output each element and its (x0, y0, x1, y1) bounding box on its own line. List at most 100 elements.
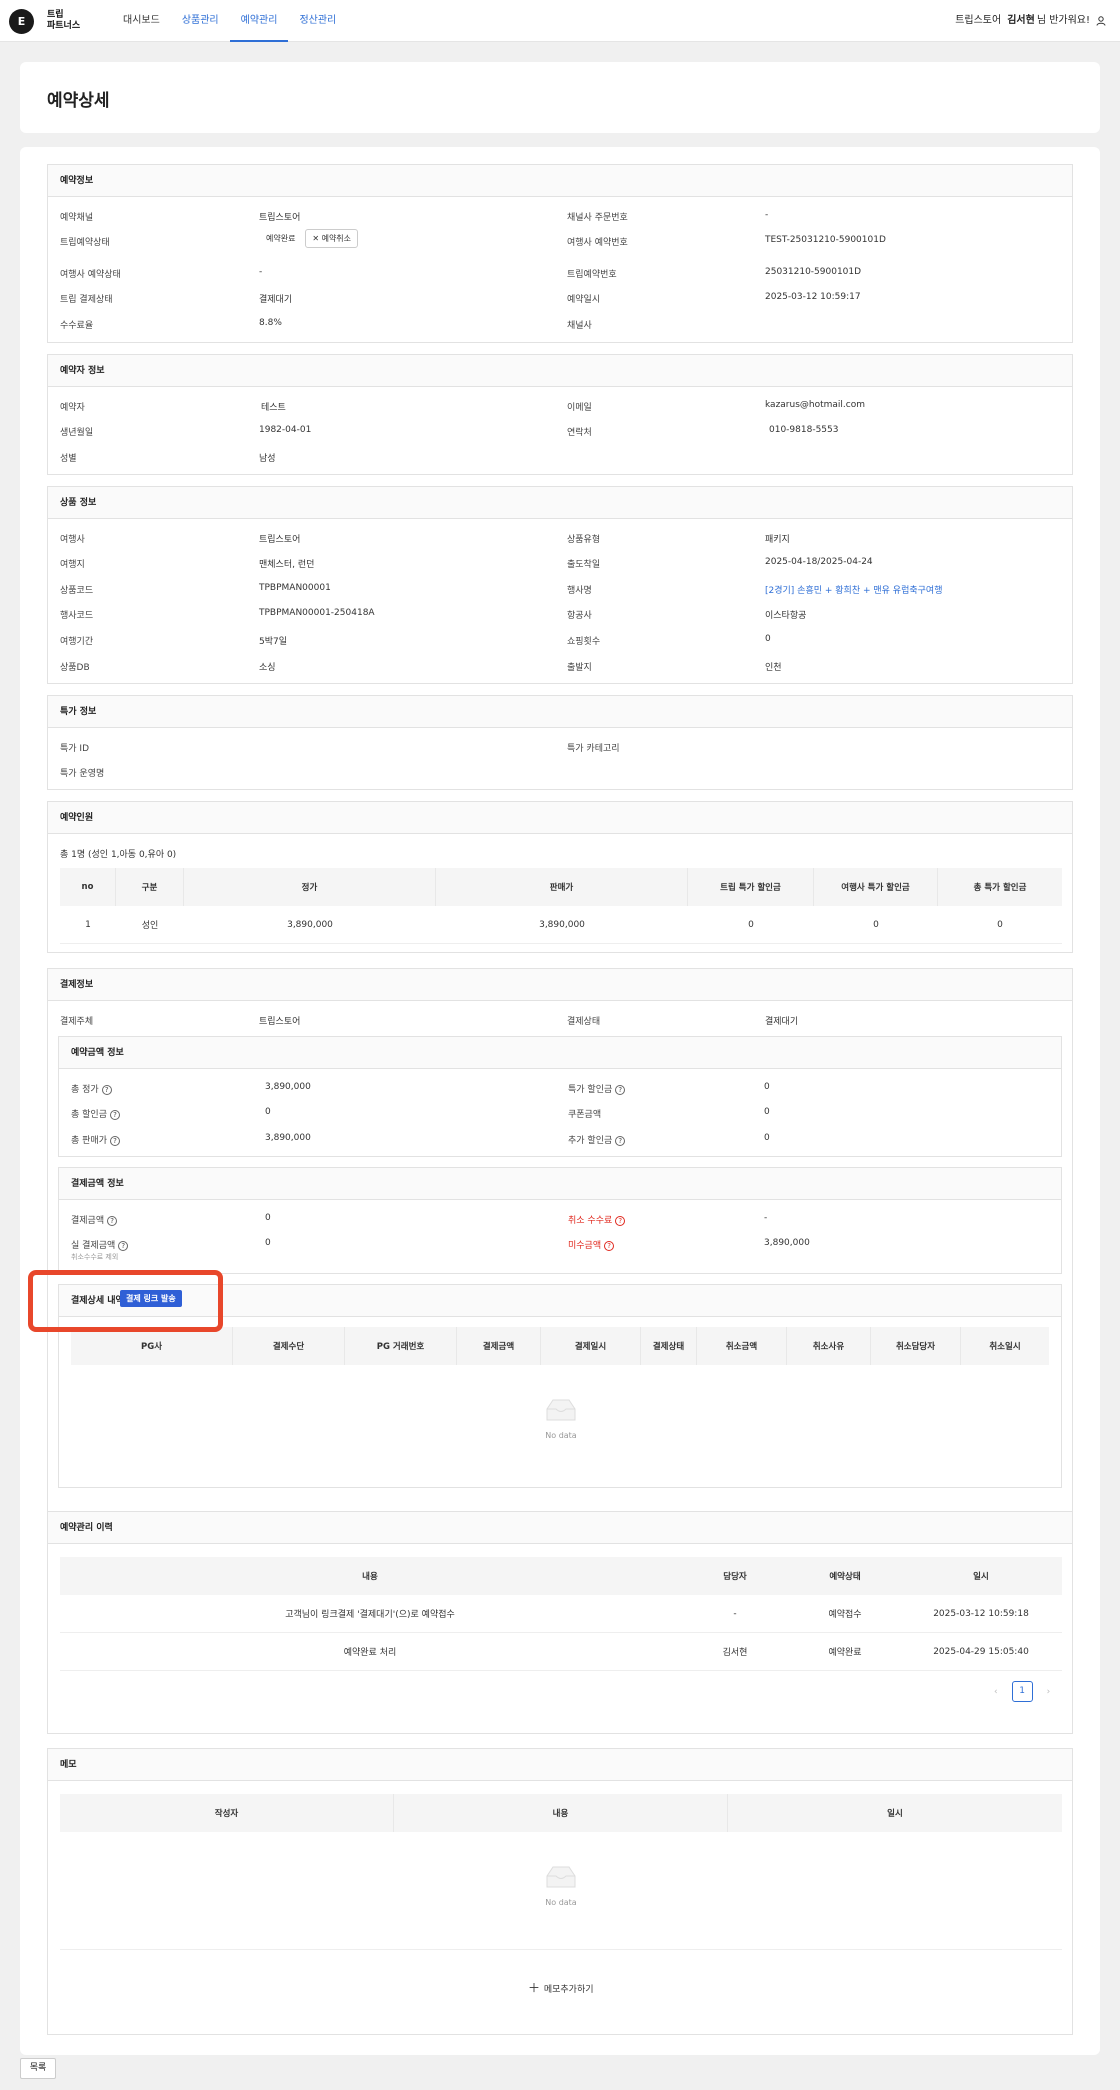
channel-value: 트립스토어 (259, 213, 301, 223)
pagination: ‹ 1 › (994, 1681, 1050, 1702)
actual-value: 0 (265, 1238, 271, 1248)
nav-products[interactable]: 상품관리 (171, 0, 230, 42)
label: 특가 ID (60, 744, 90, 754)
help-icon[interactable]: ? (101, 1084, 112, 1095)
table-row: 예약완료 처리 김서현 예약완료 2025-04-29 15:05:40 (60, 1633, 1062, 1671)
label: 쿠폰금액 (568, 1110, 602, 1120)
total-disc-value: 0 (265, 1107, 271, 1117)
col-header: 총 특가 할인금 (973, 883, 1027, 893)
col-header: 결제수단 (233, 1327, 345, 1365)
label: 쇼핑횟수 (567, 637, 601, 647)
nav-reservations[interactable]: 예약관리 (229, 0, 289, 42)
col-header: 내용 (362, 1572, 378, 1582)
section-title: 결제정보 (48, 969, 1072, 1001)
origin-value: 인천 (765, 663, 782, 673)
label: 특가 운영명 (60, 769, 105, 779)
product-info-section: 상품 정보 여행사 트립스토어 상품유형 패키지 여행지 맨체스터, 런던 출도… (47, 486, 1073, 684)
help-icon[interactable]: ? (604, 1240, 615, 1251)
event-code-value: TPBPMAN00001-250418A (259, 608, 375, 618)
col-header: 작성자 (60, 1794, 394, 1832)
label: 예약일시 (567, 295, 601, 305)
label: 총 판매가? (71, 1133, 120, 1146)
section-title: 예약인원 (48, 802, 1072, 834)
history-table-header: 내용 담당자 예약상태 일시 (60, 1557, 1062, 1595)
label: 예약채널 (60, 213, 94, 223)
user-store: 트립스토어 (955, 15, 1002, 26)
user-icon[interactable] (1096, 16, 1106, 26)
add-memo-button[interactable]: ＋ 메모추가하기 (528, 1979, 594, 1996)
help-icon[interactable]: ? (118, 1240, 129, 1251)
cell: 0 (748, 919, 754, 930)
label: 결제금액? (71, 1213, 118, 1226)
list-price-value: 3,890,000 (265, 1082, 311, 1092)
cell: 3,890,000 (287, 919, 333, 930)
phone-value: 010-9818-5553 (769, 425, 839, 435)
top-bar: E 트립 파트너스 대시보드 상품관리 예약관리 정산관리 트립스토어 김서현 … (0, 0, 1120, 42)
col-header: 결제금액 (457, 1327, 541, 1365)
label: 연락처 (567, 428, 592, 438)
col-header: no (60, 868, 116, 906)
cancel-reservation-button[interactable]: ✕ 예약취소 (305, 229, 359, 248)
col-header: 구분 (116, 868, 184, 906)
help-icon[interactable]: ? (615, 1135, 626, 1146)
help-icon[interactable]: ? (615, 1084, 626, 1095)
table-row: 1 성인 3,890,000 3,890,000 0 0 0 (60, 906, 1062, 944)
close-icon: ✕ (312, 234, 322, 243)
help-icon[interactable]: ? (109, 1109, 120, 1120)
cancel-label: 예약취소 (321, 234, 352, 243)
special-disc-value: 0 (764, 1082, 770, 1092)
email-value: kazarus@hotmail.com (765, 400, 866, 410)
next-page-button[interactable]: › (1047, 1687, 1051, 1697)
col-header: 취소일시 (989, 1342, 1021, 1352)
label: 실 결제금액? (71, 1238, 129, 1251)
agency-res-no-value: TEST-25031210-5900101D (765, 235, 886, 245)
help-icon[interactable]: ? (615, 1215, 626, 1226)
section-title: 예약관리 이력 (48, 1512, 1072, 1544)
cell: - (733, 1608, 737, 1619)
amount-info-subsection: 예약금액 정보 총 정가? 3,890,000 특가 할인금? 0 총 할인금?… (58, 1036, 1062, 1157)
back-to-list-button[interactable]: 목록 (20, 2058, 56, 2079)
reservation-info-section: 예약정보 예약채널 트립스토어 채널사 주문번호 - 트립예약상태 예약완료 ✕… (47, 164, 1073, 343)
page-header: 예약상세 (20, 62, 1100, 133)
coupon-value: 0 (764, 1107, 770, 1117)
empty-inbox-icon (546, 1866, 576, 1888)
label: 트립예약번호 (567, 270, 617, 280)
label: 채널사 주문번호 (567, 213, 628, 223)
dest-value: 맨체스터, 런던 (259, 560, 315, 570)
col-header: 일시 (973, 1572, 989, 1582)
trip-status-area: 예약완료 ✕ 예약취소 (259, 229, 359, 248)
section-title: 예약자 정보 (48, 355, 1072, 387)
people-table-header: no 구분 정가 판매가 트립 특가 할인금 여행사 특가 할인금 총 특가 할… (60, 868, 1062, 906)
brand-logo[interactable]: E (9, 9, 34, 34)
page-title: 예약상세 (47, 91, 110, 111)
pay-status-value: 결제대기 (259, 295, 293, 305)
payment-status-value: 결제대기 (765, 1017, 799, 1027)
col-header: 일시 (887, 1809, 903, 1819)
memo-section: 메모 작성자 내용 일시 No data ＋ 메모추가하기 (47, 1748, 1073, 2035)
label: 여행사 예약상태 (60, 270, 121, 280)
label: 트립예약상태 (60, 238, 110, 248)
empty-state: No data (59, 1397, 1063, 1440)
cell: 2025-04-29 15:05:40 (933, 1646, 1029, 1657)
label: 행사명 (567, 586, 592, 596)
period-value: 5박7일 (259, 637, 288, 647)
help-icon[interactable]: ? (109, 1135, 120, 1146)
nav-settlement[interactable]: 정산관리 (288, 0, 347, 42)
brand-line-1: 트립 (47, 10, 64, 20)
section-title: 예약정보 (48, 165, 1072, 197)
col-header: 내용 (394, 1794, 728, 1832)
history-section: 예약관리 이력 내용 담당자 예약상태 일시 고객님이 링크결제 '결제대기'(… (47, 1511, 1073, 1734)
label: 상품코드 (60, 586, 94, 596)
nav-dashboard[interactable]: 대시보드 (112, 0, 171, 42)
memo-table-header: 작성자 내용 일시 (60, 1794, 1062, 1832)
label: 취소 수수료? (568, 1213, 626, 1226)
table-row: 고객님이 링크결제 '결제대기'(으)로 예약접수 - 예약접수 2025-03… (60, 1595, 1062, 1633)
cell: 3,890,000 (539, 919, 585, 930)
people-summary: 총 1명 (성인 1,아동 0,유아 0) (60, 850, 177, 860)
prev-page-button[interactable]: ‹ (994, 1687, 998, 1697)
page-number[interactable]: 1 (1011, 1681, 1033, 1702)
label: 추가 할인금? (568, 1133, 626, 1146)
code-value: TPBPMAN00001 (259, 583, 331, 593)
help-icon[interactable]: ? (107, 1215, 118, 1226)
event-link[interactable]: [2경기] 손흥민 + 황희찬 + 맨유 유럽축구여행 (765, 583, 942, 596)
